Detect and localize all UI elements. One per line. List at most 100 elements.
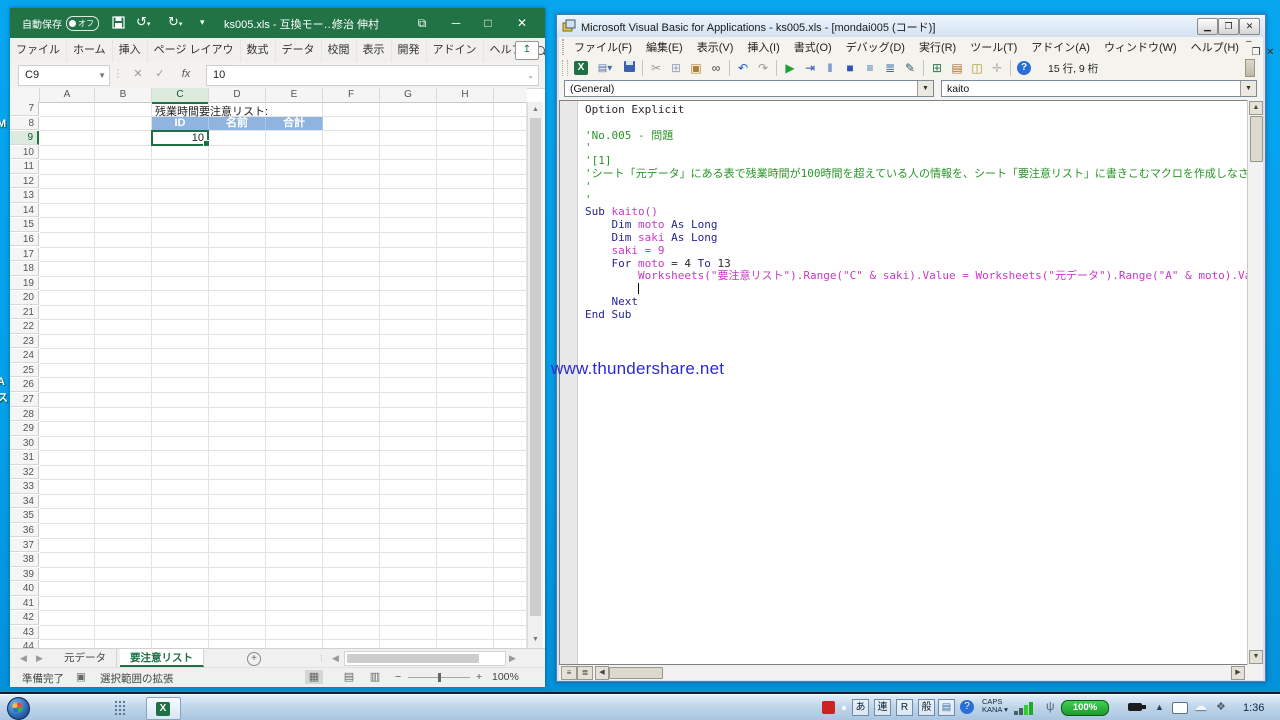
code-line-2[interactable] [585,117,1263,130]
vba-horizontal-scrollbar[interactable]: ≡ ≣ ◀ ▶ [559,665,1263,680]
row-header-9[interactable]: 9 [10,131,39,145]
formula-expand-icon[interactable]: ⌄ [527,66,534,85]
row-header-31[interactable]: 31 [10,451,39,465]
start-button[interactable] [7,697,30,720]
code-line-11[interactable]: Dim saki As Long [585,232,1263,245]
row-header-42[interactable]: 42 [10,611,39,625]
qat-customize-icon[interactable]: ▾ [200,17,205,28]
selected-cell-c9[interactable]: 10 [151,130,209,146]
procedure-dropdown-arrow-icon[interactable]: ▼ [1240,81,1256,96]
ribbon-tab-7[interactable]: 表示 [357,39,392,62]
vba-restore-button[interactable]: ❐ [1218,18,1239,35]
ime-button-あ[interactable]: あ [852,699,869,716]
row-header-16[interactable]: 16 [10,233,39,247]
row-header-38[interactable]: 38 [10,553,39,567]
row-header-17[interactable]: 17 [10,248,39,262]
row-header-15[interactable]: 15 [10,218,39,232]
scroll-up-icon[interactable]: ▲ [529,103,542,116]
table-header-cell-2[interactable]: 合計 [266,117,323,131]
vba-hscroll-thumb[interactable] [609,667,663,679]
cancel-icon[interactable]: ✕ [130,65,146,84]
help-icon[interactable]: ? [1017,61,1031,75]
save-icon[interactable] [112,16,125,32]
code-line-8[interactable]: ' [585,194,1263,207]
column-header-G[interactable]: G [380,88,437,103]
indent-icon[interactable]: ≡ [861,60,879,77]
object-browser-icon[interactable]: ◫ [968,60,986,77]
macro-record-icon[interactable]: ▣ [76,671,86,683]
row-header-28[interactable]: 28 [10,408,39,422]
vba-menu-2[interactable]: 表示(V) [690,39,741,55]
column-header-A[interactable]: A [40,88,95,103]
ribbon-tab-3[interactable]: ページ レイアウ [148,39,241,62]
sheet-tab-1[interactable]: 要注意リスト [120,649,204,667]
taskbar-excel-button[interactable]: X [146,697,181,720]
column-header-C[interactable]: C [152,88,209,104]
row-header-18[interactable]: 18 [10,262,39,276]
tab-scroll-right-icon[interactable]: ▶ [36,649,43,667]
vba-menu-9[interactable]: ウィンドウ(W) [1097,39,1184,55]
row-header-10[interactable]: 10 [10,146,39,160]
toolbox-icon[interactable]: ✛ [988,60,1006,77]
share-button[interactable]: ↥ [515,41,539,60]
hscroll-left-icon[interactable]: ◀ [332,649,339,667]
zoom-slider-thumb[interactable] [438,673,441,682]
ribbon-tab-8[interactable]: 開発 [392,39,427,62]
code-line-16[interactable]: Next [585,296,1263,309]
hscroll-right-icon[interactable]: ▶ [509,649,516,667]
table-header-cell-1[interactable]: 名前 [209,117,266,131]
column-header-D[interactable]: D [209,88,266,103]
vba-hscroll-right-icon[interactable]: ▶ [1231,666,1245,680]
row-header-8[interactable]: 8 [10,117,39,131]
vba-vertical-scrollbar[interactable]: ▲ ▼ [1247,100,1263,665]
tray-adobe-icon[interactable] [822,701,835,714]
row-header-14[interactable]: 14 [10,204,39,218]
outdent-icon[interactable]: ≣ [881,60,899,77]
step-icon[interactable]: ⇥ [801,60,819,77]
row-header-39[interactable]: 39 [10,568,39,582]
excel-vertical-scrollbar[interactable]: ▲ ▼ [527,102,543,648]
properties-icon[interactable]: ▤ [948,60,966,77]
cut-icon[interactable]: ✂ [647,60,665,77]
insert-userform-icon[interactable]: ▤▾ [592,60,618,77]
ribbon-tab-9[interactable]: アドイン [427,39,484,62]
normal-view-icon[interactable]: ▦ [305,670,323,684]
vba-menu-1[interactable]: 編集(E) [639,39,690,55]
row-header-32[interactable]: 32 [10,466,39,480]
vba-hscroll-left-icon[interactable]: ◀ [595,666,609,680]
vba-menu-7[interactable]: ツール(T) [963,39,1024,55]
row-header-21[interactable]: 21 [10,306,39,320]
undo-icon[interactable]: ↶ [734,60,752,77]
scroll-down-icon[interactable]: ▼ [529,633,542,646]
row-header-13[interactable]: 13 [10,189,39,203]
sheet-tab-0[interactable]: 元データ [54,649,117,667]
ribbon-tab-0[interactable]: ファイル [10,39,67,62]
close-button[interactable]: ✕ [508,8,536,38]
spreadsheet-grid[interactable]: ABCDEFGH78910111213141516171819202122232… [10,88,527,648]
vba-scroll-thumb[interactable] [1250,116,1263,162]
row-header-41[interactable]: 41 [10,597,39,611]
page-layout-view-icon[interactable]: ▤ [340,670,358,684]
code-line-15[interactable] [585,283,1263,296]
ime-button-連[interactable]: 連 [874,699,891,716]
redo-icon[interactable]: ↷ [754,60,772,77]
autosave-toggle[interactable]: オフ [66,16,99,31]
vba-menu-6[interactable]: 実行(R) [912,39,963,55]
object-dropdown[interactable]: (General)▼ [564,80,934,97]
code-line-7[interactable]: ' [585,181,1263,194]
row-header-44[interactable]: 44 [10,640,39,648]
split-view-icon-2[interactable]: ≣ [577,666,593,680]
code-editor[interactable]: Option Explicit 'No.005 - 問題''[1]'シート「元デ… [559,100,1263,665]
toolbar-options-handle[interactable] [1245,59,1255,77]
minimize-button[interactable]: ─ [442,8,470,38]
name-box[interactable]: C9▼ [18,65,110,86]
vba-menu-8[interactable]: アドイン(A) [1024,39,1097,55]
run-icon[interactable]: ▶ [781,60,799,77]
column-header-E[interactable]: E [266,88,323,103]
row-header-25[interactable]: 25 [10,364,39,378]
ime-pad-icon[interactable]: ▤ [938,699,955,716]
redo-icon[interactable]: ↻▾ [168,14,182,30]
row-header-30[interactable]: 30 [10,437,39,451]
select-all-corner[interactable] [10,88,40,103]
split-view-icon-1[interactable]: ≡ [561,666,577,680]
